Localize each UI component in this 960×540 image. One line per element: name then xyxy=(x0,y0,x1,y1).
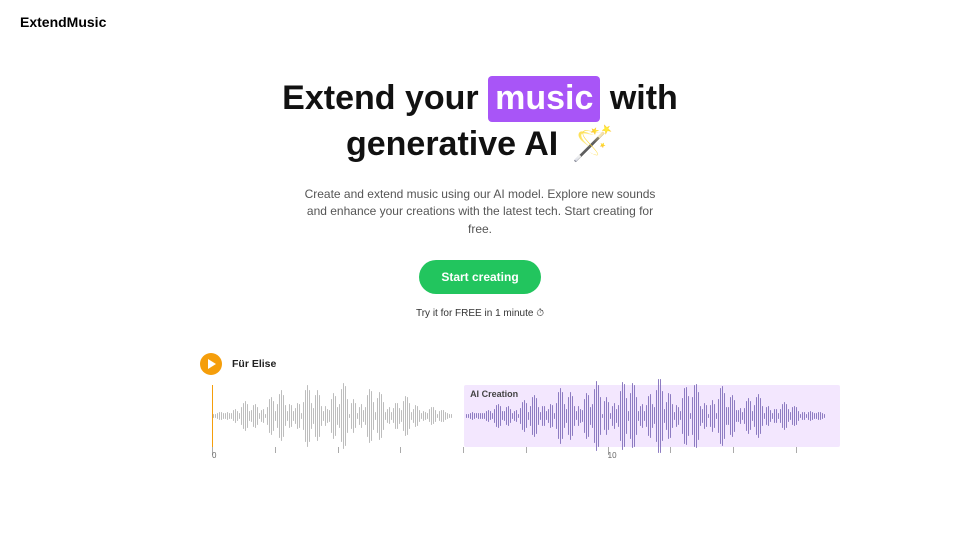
ruler-start: 0 xyxy=(212,451,216,460)
waveform[interactable]: AI Creation xyxy=(212,385,840,447)
brand-link[interactable]: ExtendMusic xyxy=(20,14,106,30)
wand-icon: 🪄 xyxy=(572,125,614,163)
headline-highlight: music xyxy=(488,76,600,122)
try-it-text: Try it for FREE in 1 minute ⏱ xyxy=(0,308,960,319)
waveform-original xyxy=(213,385,464,447)
ai-creation-label: AI Creation xyxy=(470,389,518,399)
headline-pre: Extend your xyxy=(282,79,488,117)
time-ruler: 0 10 xyxy=(212,447,840,461)
play-button[interactable] xyxy=(200,353,222,375)
track-title: Für Elise xyxy=(232,358,276,370)
hero: Extend your music with generative AI 🪄 C… xyxy=(0,76,960,319)
start-creating-button[interactable]: Start creating xyxy=(419,260,540,294)
header: ExtendMusic xyxy=(0,0,960,46)
hero-subtext: Create and extend music using our AI mod… xyxy=(300,186,660,238)
waveform-ai xyxy=(464,385,840,447)
headline: Extend your music with generative AI 🪄 xyxy=(270,76,690,168)
ruler-end: 10 xyxy=(608,451,617,460)
play-icon xyxy=(207,359,216,369)
player-header: Für Elise xyxy=(200,353,840,375)
audio-player: Für Elise AI Creation 0 10 xyxy=(200,353,840,461)
